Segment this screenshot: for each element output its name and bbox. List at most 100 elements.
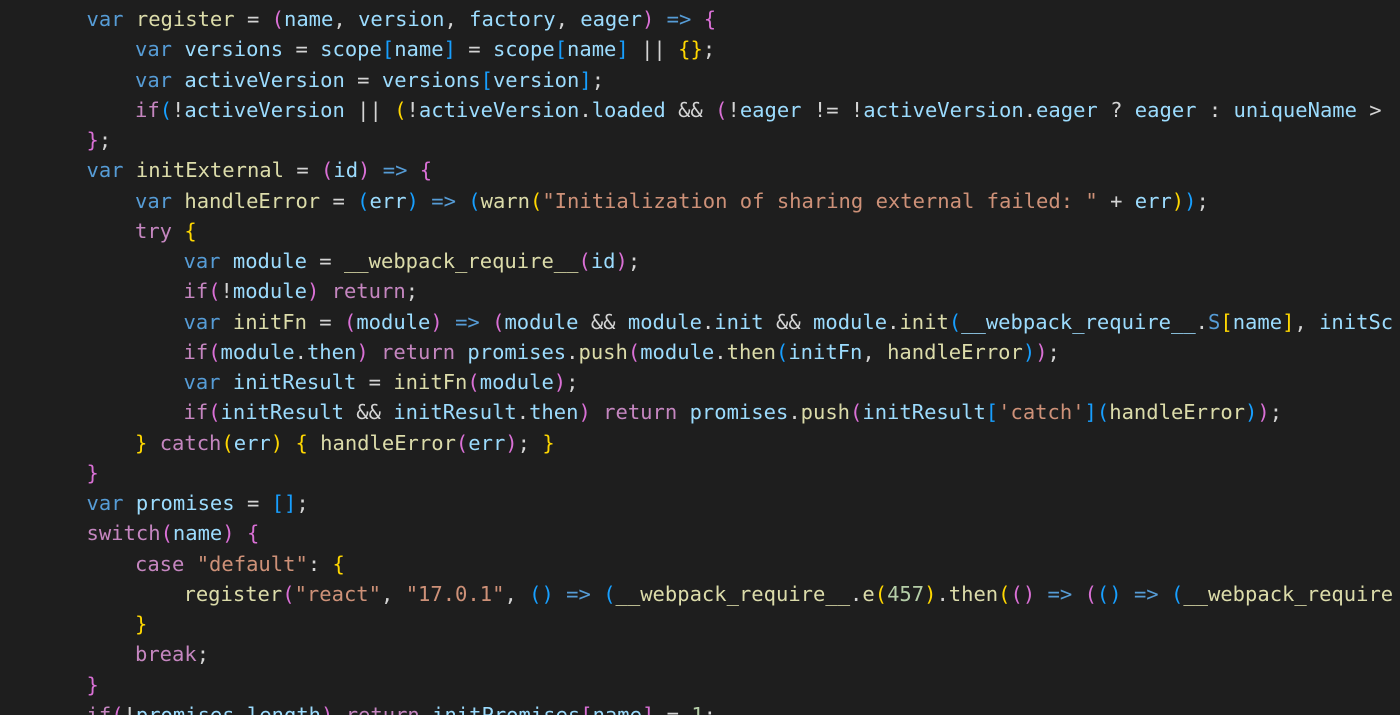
code-line[interactable]: if(module.then) return promises.push(mod… xyxy=(0,337,1400,367)
code-token: ( xyxy=(221,430,234,455)
code-token: ; xyxy=(1047,339,1060,364)
code-token: && xyxy=(578,309,628,334)
code-token: return xyxy=(381,339,456,364)
code-line[interactable]: case "default": { xyxy=(0,549,1400,579)
code-token: name xyxy=(284,7,334,31)
code-token: var xyxy=(183,370,221,394)
code-line[interactable]: register("react", "17.0.1", () => (__web… xyxy=(0,579,1400,609)
code-token: ] xyxy=(1084,400,1097,425)
code-line[interactable]: } xyxy=(0,609,1400,639)
code-token: name xyxy=(592,702,642,715)
code-token: ; xyxy=(98,128,112,152)
code-token: ; xyxy=(703,702,717,715)
code-token: ) xyxy=(1171,188,1185,213)
code-line[interactable]: var initFn = (module) => (module && modu… xyxy=(0,307,1400,337)
code-token: ] xyxy=(641,702,655,715)
code-token: ( xyxy=(111,702,124,715)
code-line[interactable]: var initExternal = (id) => { xyxy=(0,155,1400,185)
code-token: } xyxy=(135,612,148,636)
code-token: => xyxy=(431,188,456,213)
code-line[interactable]: switch(name) { xyxy=(0,518,1400,548)
code-token: handleError xyxy=(1109,400,1245,425)
code-token: { xyxy=(419,158,433,183)
code-token: if xyxy=(86,702,112,715)
code-token: handleError xyxy=(320,430,456,455)
code-token: module xyxy=(220,339,295,364)
code-token: eager xyxy=(1036,97,1098,122)
code-token: return xyxy=(331,279,406,304)
code-token: module xyxy=(640,339,715,364)
code-token: { xyxy=(703,7,717,31)
code-token: = xyxy=(283,158,322,183)
code-line[interactable]: if(!activeVersion || (!activeVersion.loa… xyxy=(0,95,1400,125)
code-token: push xyxy=(800,400,851,425)
code-line[interactable]: try { xyxy=(0,216,1400,246)
code-token: ; xyxy=(702,37,716,62)
code-token: module xyxy=(479,370,554,394)
code-token: warn xyxy=(480,188,530,213)
code-token: ? xyxy=(1097,97,1135,122)
code-line[interactable]: break; xyxy=(0,639,1400,669)
code-line[interactable]: var handleError = (err) => (warn("Initia… xyxy=(0,186,1400,216)
code-token: || xyxy=(344,97,395,122)
code-token: register xyxy=(183,581,283,606)
code-token: ) xyxy=(505,430,518,455)
code-line[interactable]: var register = (name, version, factory, … xyxy=(0,4,1400,34)
code-token: S xyxy=(1208,309,1221,334)
code-token: ( xyxy=(321,158,334,183)
code-line[interactable]: if(!module) return; xyxy=(0,276,1400,306)
code-token: ! xyxy=(406,97,419,122)
code-line[interactable]: }; xyxy=(0,125,1400,155)
code-token: init xyxy=(714,309,764,334)
code-lines[interactable]: var register = (name, version, factory, … xyxy=(0,4,1400,715)
vertical-scrollbar[interactable] xyxy=(1392,0,1400,715)
code-token: activeVersion xyxy=(184,97,345,122)
code-token: ; xyxy=(627,249,641,273)
code-token: 457 xyxy=(887,581,925,606)
code-token: ( xyxy=(159,97,173,122)
code-editor[interactable]: var register = (name, version, factory, … xyxy=(0,0,1400,715)
code-token: id xyxy=(590,249,616,273)
code-token: && xyxy=(343,400,394,425)
code-token: versions xyxy=(184,37,284,62)
code-token: () xyxy=(1010,581,1036,606)
code-token: , xyxy=(555,7,581,31)
code-token: , xyxy=(444,7,470,31)
code-token: catch xyxy=(159,430,222,455)
code-token: ; xyxy=(517,430,543,455)
code-line[interactable]: var versions = scope[name] = scope[name]… xyxy=(0,34,1400,64)
code-token: != xyxy=(801,97,851,122)
code-line[interactable]: var module = __webpack_require__(id); xyxy=(0,246,1400,276)
code-token: ) xyxy=(1245,400,1258,425)
code-token: ) xyxy=(641,7,655,31)
code-line[interactable]: } xyxy=(0,458,1400,488)
code-line[interactable]: var activeVersion = versions[version]; xyxy=(0,65,1400,95)
code-token: name xyxy=(567,37,617,62)
code-line[interactable]: } xyxy=(0,670,1400,700)
code-token: , xyxy=(504,581,530,606)
code-line[interactable]: if(!promises.length) return initPromises… xyxy=(0,700,1400,715)
code-token: || xyxy=(628,37,679,62)
code-token: var xyxy=(135,37,173,62)
code-line[interactable]: var initResult = initFn(module); xyxy=(0,367,1400,397)
code-line[interactable]: } catch(err) { handleError(err); } xyxy=(0,428,1400,458)
code-token: id xyxy=(333,158,359,183)
code-token: . xyxy=(579,97,592,122)
code-token: , xyxy=(333,7,359,31)
code-token: ( xyxy=(578,249,591,273)
code-line[interactable]: var promises = []; xyxy=(0,488,1400,518)
code-token: ( xyxy=(492,309,505,334)
code-line[interactable]: if(initResult && initResult.then) return… xyxy=(0,397,1400,427)
